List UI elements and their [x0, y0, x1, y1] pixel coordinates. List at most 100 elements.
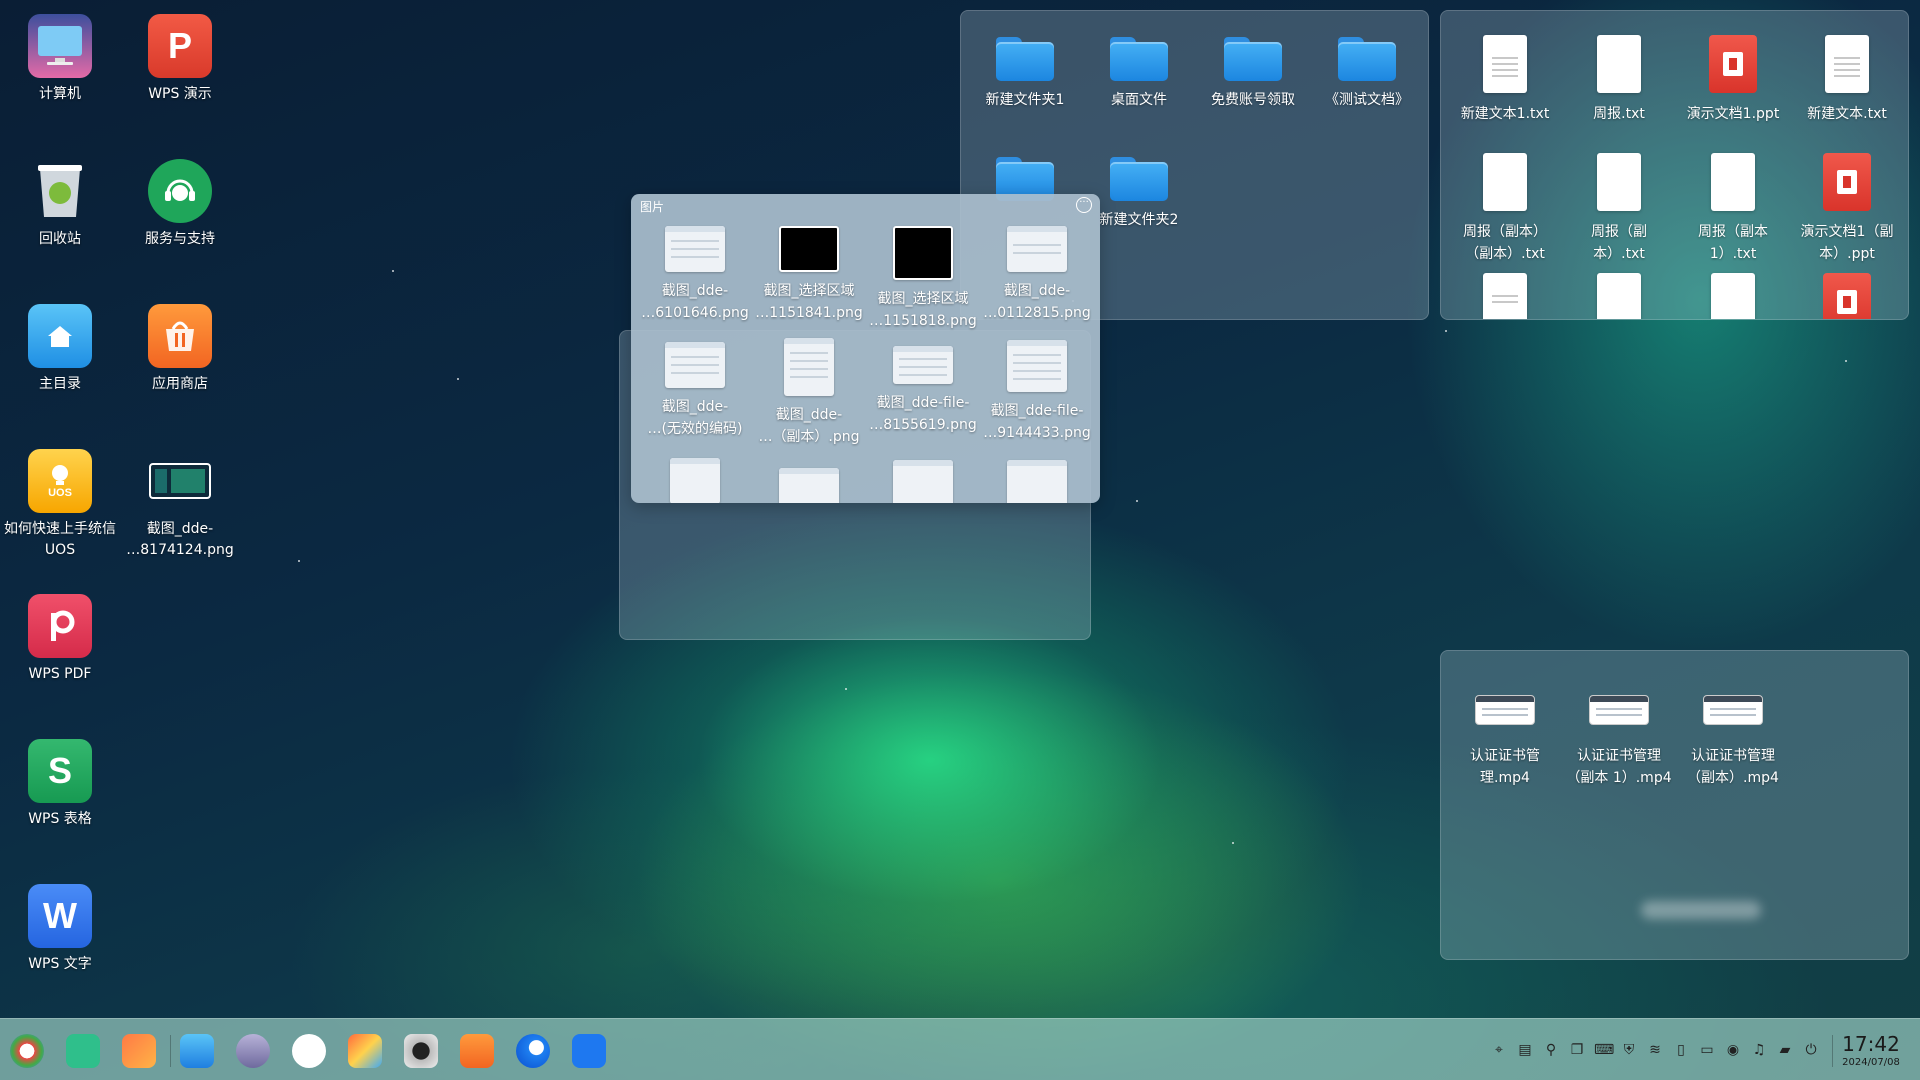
folder-label: 新建文件夹1 — [985, 92, 1065, 108]
keyboard-icon[interactable]: ▤ — [1516, 1041, 1534, 1059]
text-file-icon — [1825, 35, 1869, 93]
desktop-icon-wps-spreadsheet[interactable]: S WPS 表格 — [4, 739, 116, 830]
file-item[interactable] — [1563, 273, 1675, 319]
picture-item[interactable]: 截图_dde- …6101646.png — [639, 226, 751, 324]
file-label: 演示文档1.ppt — [1686, 106, 1780, 122]
picture-item[interactable]: 截图_dde-file- …8155619.png — [867, 346, 979, 436]
desktop-icon-label: WPS PDF — [28, 666, 92, 682]
picture-item[interactable] — [753, 468, 865, 503]
disk-icon[interactable]: ▭ — [1698, 1041, 1716, 1059]
image-viewer-icon[interactable] — [348, 1034, 382, 1068]
file-item[interactable] — [1791, 273, 1903, 319]
file-item[interactable]: 周报（副本 1）.txt — [1677, 153, 1789, 265]
clock-time[interactable]: 17:42 — [1836, 1033, 1906, 1055]
camera-icon[interactable] — [236, 1034, 270, 1068]
launcher-icon[interactable] — [10, 1034, 44, 1068]
wps-pdf-icon — [28, 594, 92, 658]
app-grid-icon[interactable] — [122, 1034, 156, 1068]
file-item[interactable] — [1449, 273, 1561, 319]
desktop-icon-trash[interactable]: 回收站 — [4, 159, 116, 250]
window-icon[interactable]: ❐ — [1568, 1041, 1586, 1059]
file-item[interactable]: 新建文本.txt — [1791, 35, 1903, 125]
star — [1845, 360, 1847, 362]
file-item[interactable]: 演示文档1（副 本）.ppt — [1791, 153, 1903, 265]
trash-icon — [28, 159, 92, 223]
video-file-icon — [1703, 695, 1763, 725]
text-file-icon — [1483, 153, 1527, 211]
security-icon[interactable]: ⛨ — [1620, 1041, 1638, 1059]
text-file-icon — [1597, 35, 1641, 93]
folder-item[interactable]: 《测试文档》 — [1311, 33, 1423, 111]
file-item[interactable]: 演示文档1.ppt — [1677, 35, 1789, 125]
wifi-icon[interactable]: ≋ — [1646, 1041, 1664, 1059]
desktop-icon-support[interactable]: 服务与支持 — [124, 159, 236, 250]
app-store-icon[interactable] — [460, 1034, 494, 1068]
file-label: 截图_选择区域 …1151818.png — [869, 291, 977, 329]
clock-date[interactable]: 2024/07/08 — [1836, 1057, 1906, 1069]
battery-icon[interactable]: ▰ — [1776, 1041, 1794, 1059]
file-label: 截图_dde- …0112815.png — [983, 283, 1091, 321]
picture-item[interactable] — [981, 460, 1093, 503]
image-thumbnail — [665, 226, 725, 272]
dock-separator — [170, 1035, 171, 1067]
folder-icon — [1224, 33, 1282, 81]
picture-item[interactable] — [867, 460, 979, 503]
uos-guide-icon: UOS — [28, 449, 92, 513]
sound-icon[interactable]: ◉ — [1724, 1041, 1742, 1059]
text-file-icon — [1483, 273, 1527, 319]
video-item[interactable]: 认证证书管理 （副本）.mp4 — [1677, 687, 1789, 789]
folder-icon — [1110, 153, 1168, 201]
file-item[interactable]: 周报（副本） （副本）.txt — [1449, 153, 1561, 265]
desktop-icon-wps-writer[interactable]: W WPS 文字 — [4, 884, 116, 975]
search-icon[interactable]: ⚲ — [1542, 1041, 1560, 1059]
support-icon — [148, 159, 212, 223]
desktop-icon-screenshot[interactable]: 截图_dde- …8174124.png — [124, 449, 236, 561]
folder-item[interactable]: 新建文件夹1 — [969, 33, 1081, 111]
image-thumbnail — [779, 468, 839, 503]
more-options-icon[interactable]: ··· — [1076, 197, 1092, 213]
star — [392, 270, 394, 272]
file-manager-icon[interactable] — [180, 1034, 214, 1068]
desktop-icon-home[interactable]: 主目录 — [4, 304, 116, 395]
desktop-icon-label: 如何快速上手统信UOS — [4, 521, 116, 558]
picture-item[interactable]: 截图_dde- …(无效的编码) — [639, 342, 751, 440]
dock-separator — [1832, 1035, 1833, 1067]
multitask-view-icon[interactable] — [66, 1034, 100, 1068]
picture-item[interactable]: 截图_dde- …（副本）.png — [753, 338, 865, 448]
image-thumbnail — [779, 226, 839, 272]
desktop-icon-wps-presentation[interactable]: P WPS 演示 — [124, 14, 236, 105]
paint-icon[interactable] — [292, 1034, 326, 1068]
presentation-file-icon — [1823, 153, 1871, 211]
input-method-icon[interactable]: ⌖ — [1490, 1041, 1508, 1059]
folder-item[interactable]: 桌面文件 — [1083, 33, 1195, 111]
video-item[interactable]: 认证证书管 理.mp4 — [1449, 687, 1561, 789]
star — [845, 688, 847, 690]
desktop-icon-wps-pdf[interactable]: WPS PDF — [4, 594, 116, 685]
file-item[interactable] — [1677, 273, 1789, 319]
file-label: 演示文档1（副 本）.ppt — [1800, 224, 1894, 262]
picture-item[interactable]: 截图_dde- …0112815.png — [981, 226, 1093, 324]
folder-label: 桌面文件 — [1111, 92, 1167, 108]
file-item[interactable]: 新建文本1.txt — [1449, 35, 1561, 125]
browser-icon[interactable] — [516, 1034, 550, 1068]
folder-item[interactable]: 免费账号领取 — [1197, 33, 1309, 111]
desktop-icon-label: WPS 文字 — [28, 956, 92, 972]
file-item[interactable]: 周报.txt — [1563, 35, 1675, 125]
notification-icon[interactable]: ♫ — [1750, 1041, 1768, 1059]
music-icon[interactable] — [404, 1034, 438, 1068]
desktop-icon-computer[interactable]: 计算机 — [4, 14, 116, 105]
picture-item[interactable]: 截图_选择区域 …1151818.png — [867, 226, 979, 332]
picture-item[interactable]: 截图_dde-file- …9144433.png — [981, 340, 1093, 444]
picture-item[interactable] — [639, 458, 751, 503]
folder-icon — [1110, 33, 1168, 81]
video-item[interactable]: 认证证书管理 （副本 1）.mp4 — [1563, 687, 1675, 789]
keyboard-layout-icon[interactable]: ⌨ — [1594, 1041, 1614, 1059]
desktop-icon-uos-guide[interactable]: UOS 如何快速上手统信UOS — [4, 449, 116, 561]
app-icon[interactable] — [572, 1034, 606, 1068]
star — [1445, 330, 1447, 332]
power-icon[interactable]: ⏻ — [1802, 1041, 1820, 1059]
clipboard-icon[interactable]: ▯ — [1672, 1041, 1690, 1059]
desktop-icon-app-store[interactable]: 应用商店 — [124, 304, 236, 395]
file-item[interactable]: 周报（副 本）.txt — [1563, 153, 1675, 265]
picture-item[interactable]: 截图_选择区域 …1151841.png — [753, 226, 865, 324]
